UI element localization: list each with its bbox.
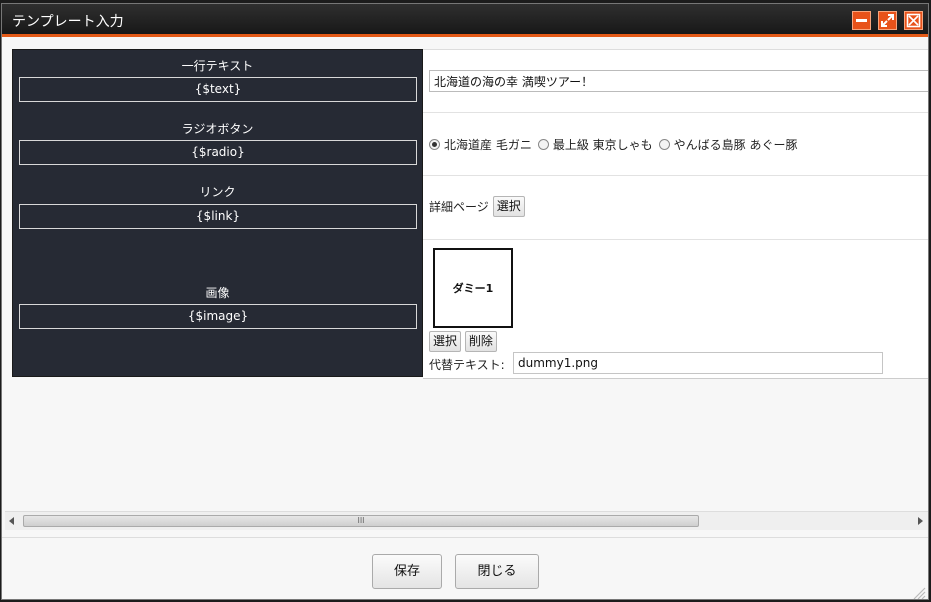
thumbnail-label: ダミー1	[452, 282, 494, 295]
field-label-radio: ラジオボタン	[181, 122, 254, 136]
scroll-right-icon[interactable]	[918, 517, 924, 525]
radio-option-2-label[interactable]: 最上級 東京しゃも	[553, 136, 653, 153]
maximize-button[interactable]	[878, 11, 897, 30]
row-divider	[423, 112, 928, 113]
variable-image: {$image}	[19, 304, 417, 329]
field-label-link: リンク	[199, 185, 236, 199]
radio-option-3[interactable]	[658, 139, 670, 150]
values-panel: 北海道産 毛ガニ 最上級 東京しゃも やんばる島豚 あぐー豚 詳細ページ 選択 …	[423, 49, 928, 379]
image-buttons: 選択 削除	[429, 331, 497, 352]
link-row: 詳細ページ 選択	[429, 196, 525, 217]
form-area: 一行テキスト {$text} ラジオボタン {$radio} リンク {$lin…	[2, 37, 928, 512]
variable-link: {$link}	[19, 204, 417, 229]
scrollbar-thumb[interactable]: III	[23, 515, 699, 527]
radio-option-3-label[interactable]: やんばる島豚 あぐー豚	[674, 136, 798, 153]
close-dialog-button[interactable]: 閉じる	[455, 554, 539, 589]
row-divider	[423, 239, 928, 240]
radio-option-2[interactable]	[537, 139, 549, 150]
resize-grip-icon[interactable]	[910, 584, 926, 600]
save-button[interactable]: 保存	[372, 554, 442, 589]
template-input-dialog: テンプレート入力 一行テキスト {$text} ラジオボタン {$radio} …	[1, 3, 929, 600]
alt-text-input[interactable]	[513, 352, 883, 374]
field-label-image: 画像	[205, 286, 230, 300]
scrollbar-grip: III	[357, 516, 365, 525]
image-delete-button[interactable]: 削除	[464, 331, 497, 352]
minimize-button[interactable]	[852, 11, 871, 30]
horizontal-scrollbar[interactable]: III	[5, 511, 928, 530]
image-thumbnail: ダミー1	[433, 248, 513, 328]
variable-radio: {$radio}	[19, 140, 417, 165]
variables-panel: 一行テキスト {$text} ラジオボタン {$radio} リンク {$lin…	[12, 49, 423, 377]
window-title: テンプレート入力	[12, 14, 124, 30]
minimize-icon	[856, 19, 867, 22]
radio-option-1-label[interactable]: 北海道産 毛ガニ	[444, 136, 532, 153]
radio-group: 北海道産 毛ガニ 最上級 東京しゃも やんばる島豚 あぐー豚	[429, 136, 803, 153]
row-divider	[423, 175, 928, 176]
image-select-button[interactable]: 選択	[429, 331, 462, 352]
close-button[interactable]	[904, 11, 923, 30]
link-select-button[interactable]: 選択	[492, 196, 525, 217]
text-value-input[interactable]	[429, 70, 928, 92]
radio-option-1[interactable]	[429, 139, 440, 150]
field-label-text: 一行テキスト	[181, 59, 254, 73]
scroll-left-icon[interactable]	[9, 517, 15, 525]
title-bar[interactable]: テンプレート入力	[2, 4, 928, 37]
dialog-footer: 保存 閉じる	[2, 537, 928, 600]
variable-text: {$text}	[19, 77, 417, 102]
alt-text-label: 代替テキスト:	[429, 358, 505, 372]
link-text: 詳細ページ	[429, 200, 489, 214]
maximize-icon	[881, 14, 894, 27]
close-icon	[906, 13, 921, 28]
